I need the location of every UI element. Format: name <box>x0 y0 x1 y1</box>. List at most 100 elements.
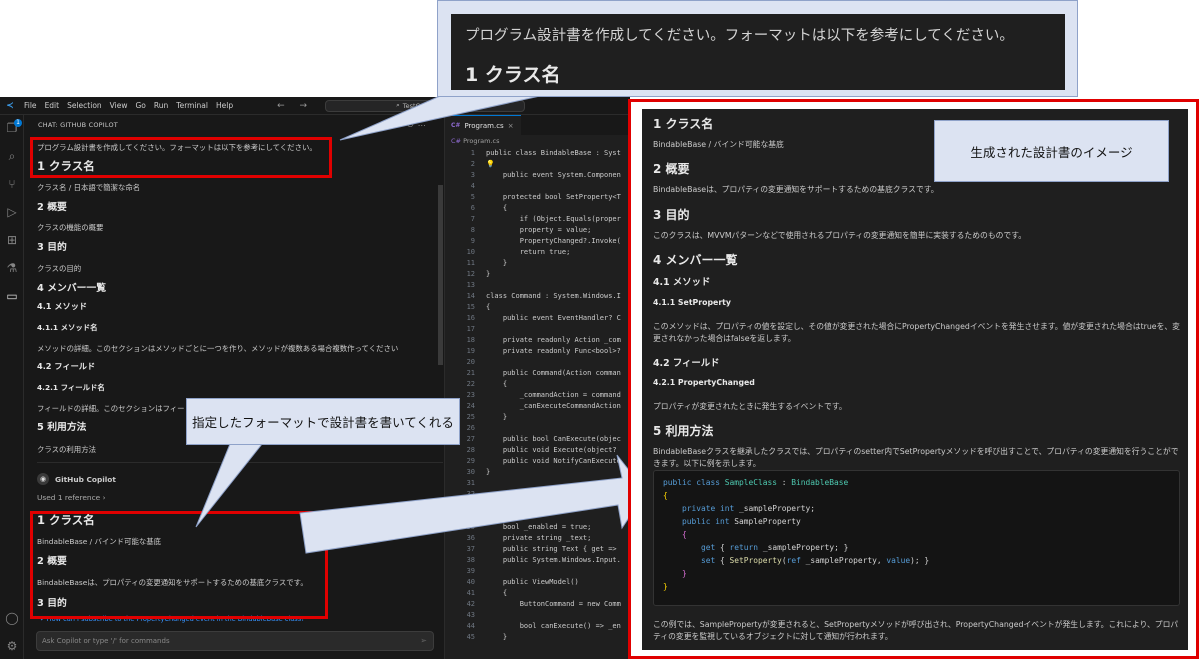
menu-terminal[interactable]: Terminal <box>176 101 208 110</box>
line-number: 3 <box>470 171 475 179</box>
code-text: protected bool SetProperty<T <box>486 193 621 201</box>
used-references[interactable]: Used 1 reference › <box>37 493 106 502</box>
line-number: 1 <box>470 149 475 157</box>
line-number: 42 <box>466 600 475 608</box>
line-number: 5 <box>470 193 475 201</box>
code-line-3: private int _sampleProperty; <box>682 504 816 513</box>
code-line: 42 ButtonCommand = new Comm <box>445 599 630 610</box>
menu-selection[interactable]: Selection <box>67 101 102 110</box>
code-text: 💡 <box>486 160 495 168</box>
code-line: 1 public class BindableBase : Syst <box>445 148 630 159</box>
format-text-4-1-1: メソッドの詳細。このセクションはメソッドごとに一つを作り、メソッドが複数ある場合… <box>37 344 399 353</box>
chat-scrollbar[interactable] <box>438 185 443 365</box>
zoomed-prompt-panel: プログラム設計書を作成してください。フォーマットは以下を参考にしてください。 1… <box>451 14 1065 90</box>
csharp-file-icon: C# <box>451 122 461 129</box>
code-line: 44 bool canExecute() => _en <box>445 621 630 632</box>
line-number: 20 <box>466 358 475 366</box>
tab-program-cs[interactable]: C# Program.cs × <box>445 115 521 135</box>
line-number: 2 <box>470 160 475 168</box>
line-number: 37 <box>466 545 475 553</box>
doc-heading-4-1: 4.1 メソッド <box>653 277 711 288</box>
line-number: 36 <box>466 534 475 542</box>
menu-file[interactable]: File <box>24 101 37 110</box>
command-center[interactable]: ⌕ TestConsoleApp <box>325 99 526 112</box>
send-icon[interactable]: ➢ <box>420 632 427 650</box>
code-line-6: get { return _sampleProperty; } <box>701 543 849 552</box>
code-line: 33 <box>445 500 630 511</box>
code-text: private readonly Action _com <box>486 336 621 344</box>
close-icon[interactable]: × <box>508 122 514 130</box>
chevron-right-icon: › <box>102 493 106 502</box>
callout-generated-doc: 生成された設計書のイメージ <box>934 120 1169 182</box>
line-number: 9 <box>470 237 475 245</box>
more-icon[interactable]: … <box>418 119 430 128</box>
code-text: } <box>486 270 491 278</box>
code-line: 9 PropertyChanged?.Invoke( <box>445 236 630 247</box>
menu-run[interactable]: Run <box>154 101 168 110</box>
chat-icon[interactable]: ▭ <box>0 289 24 303</box>
code-text: if (Object.Equals(proper <box>486 215 621 223</box>
format-heading-4-1: 4.1 メソッド <box>37 301 88 311</box>
callout-writes-doc-text: 指定したフォーマットで設計書を書いてくれる <box>192 415 454 430</box>
search-icon[interactable]: ⌕ <box>0 149 24 164</box>
format-text-5: クラスの利用方法 <box>37 445 96 454</box>
used-references-label: Used 1 reference <box>37 493 101 502</box>
doc-text-5: BindableBaseクラスを継承したクラスでは、プロパティのsetter内で… <box>653 447 1179 468</box>
doc-text-4-1-1: このメソッドは、プロパティの値を設定し、その値が変更された場合にProperty… <box>653 322 1180 343</box>
testing-icon[interactable]: ⚗ <box>0 261 24 275</box>
doc-heading-1: 1 クラス名 <box>653 117 714 131</box>
line-number: 28 <box>466 446 475 454</box>
menu-view[interactable]: View <box>110 101 128 110</box>
code-line: 3 public event System.Componen <box>445 170 630 181</box>
code-line: 24 _canExecuteCommandAction <box>445 401 630 412</box>
line-number: 18 <box>466 336 475 344</box>
code-text: { <box>486 204 508 212</box>
zoomed-prompt-callout: プログラム設計書を作成してください。フォーマットは以下を参考にしてください。 1… <box>437 0 1078 97</box>
history-icon[interactable]: ◷ <box>407 119 418 128</box>
code-line: 11 } <box>445 258 630 269</box>
code-text: public event EventHandler? C <box>486 314 621 322</box>
code-line: 43 <box>445 610 630 621</box>
code-text: { <box>486 303 491 311</box>
format-heading-3: 3 目的 <box>37 242 67 253</box>
code-line-7: set { SetProperty(ref _sampleProperty, v… <box>701 556 930 565</box>
code-line: 25 } <box>445 412 630 423</box>
line-number: 35 <box>466 523 475 531</box>
extensions-icon[interactable]: ⊞ <box>0 233 24 247</box>
line-number: 10 <box>466 248 475 256</box>
code-line: 37 public string Text { get => <box>445 544 630 555</box>
code-line: 41 { <box>445 588 630 599</box>
menu-help[interactable]: Help <box>216 101 233 110</box>
run-debug-icon[interactable]: ▷ <box>0 205 24 219</box>
nav-arrows-icon[interactable]: ← → <box>277 101 313 111</box>
doc-heading-4: 4 メンバー一覧 <box>653 253 738 267</box>
vscode-logo-icon: ≺ <box>6 100 14 111</box>
account-icon[interactable]: ◯ <box>0 611 24 625</box>
explorer-icon[interactable]: ❐ 1 <box>0 119 24 135</box>
format-text-3: クラスの目的 <box>37 264 82 273</box>
line-number: 19 <box>466 347 475 355</box>
line-number: 30 <box>466 468 475 476</box>
code-text: public System.Windows.Input. <box>486 556 621 564</box>
code-line: 21 public Command(Action comman <box>445 368 630 379</box>
settings-gear-icon[interactable]: ⚙ <box>0 639 24 653</box>
source-control-icon[interactable]: ⑂ <box>0 177 24 191</box>
code-line-5: { <box>682 530 687 539</box>
menu-edit[interactable]: Edit <box>45 101 60 110</box>
activity-bar: ❐ 1 ⌕ ⑂ ▷ ⊞ ⚗ ▭ ◯ ⚙ <box>0 115 24 659</box>
chat-header-actions[interactable]: +◷… <box>396 119 430 128</box>
new-chat-icon[interactable]: + <box>396 119 407 128</box>
code-text: } <box>486 259 508 267</box>
code-line: 17 <box>445 324 630 335</box>
doc-text-2: BindableBaseは、プロパティの変更通知をサポートするための基底クラスで… <box>653 185 939 194</box>
line-number: 34 <box>466 512 475 520</box>
line-number: 41 <box>466 589 475 597</box>
menu-go[interactable]: Go <box>135 101 145 110</box>
line-number: 29 <box>466 457 475 465</box>
chat-input-placeholder: Ask Copilot or type '/' for commands <box>42 637 170 645</box>
message-divider <box>37 462 443 463</box>
chat-input[interactable]: Ask Copilot or type '/' for commands ➢ <box>36 631 434 651</box>
breadcrumb[interactable]: C# Program.cs <box>451 137 500 145</box>
code-area[interactable]: 1 public class BindableBase : Syst 2 💡 3 pub… <box>445 148 630 643</box>
code-line: 18 private readonly Action _com <box>445 335 630 346</box>
